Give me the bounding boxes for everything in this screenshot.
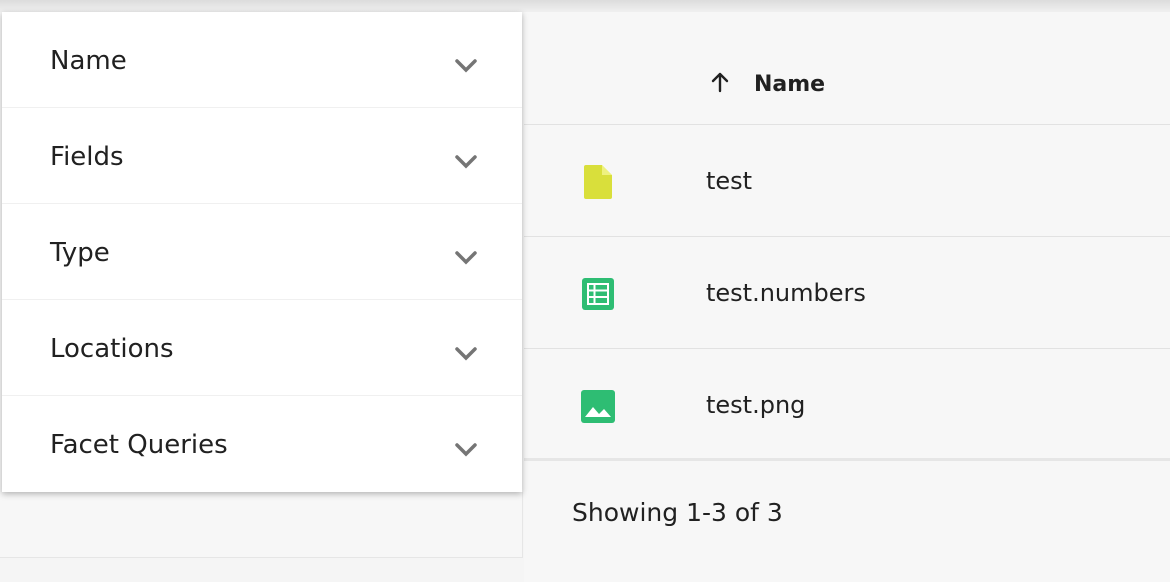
table-row[interactable]: test: [524, 125, 1170, 237]
filter-name[interactable]: Name: [2, 12, 522, 108]
chevron-down-icon[interactable]: [454, 154, 478, 170]
arrow-up-icon[interactable]: [708, 70, 732, 94]
top-bar: [0, 0, 1170, 12]
table-header: Name: [524, 12, 1170, 125]
filter-label: Locations: [50, 334, 174, 364]
search-filter-panel: Name Fields Type Locations Facet Queries: [2, 12, 522, 492]
table-row[interactable]: test.png: [524, 349, 1170, 461]
chevron-down-icon[interactable]: [454, 346, 478, 362]
filter-locations[interactable]: Locations: [2, 300, 522, 396]
column-header-name[interactable]: Name: [754, 72, 825, 98]
filter-facet-queries[interactable]: Facet Queries: [2, 396, 522, 492]
results-list: Name test test.numbers test.png Showing …: [524, 12, 1170, 582]
table-row[interactable]: test.numbers: [524, 237, 1170, 349]
filter-fields[interactable]: Fields: [2, 108, 522, 204]
chevron-down-icon[interactable]: [454, 58, 478, 74]
filter-label: Type: [50, 238, 110, 268]
spreadsheet-icon: [582, 278, 614, 310]
file-name[interactable]: test: [706, 167, 752, 195]
chevron-down-icon[interactable]: [454, 250, 478, 266]
chevron-down-icon[interactable]: [454, 442, 478, 458]
image-icon: [581, 390, 615, 423]
document-icon: [584, 165, 612, 199]
filter-label: Facet Queries: [50, 430, 228, 460]
filter-label: Name: [50, 46, 127, 76]
filter-type[interactable]: Type: [2, 204, 522, 300]
file-name[interactable]: test.numbers: [706, 279, 866, 307]
sidebar-background: [0, 492, 523, 558]
pagination-summary: Showing 1-3 of 3: [572, 498, 783, 527]
filter-label: Fields: [50, 142, 124, 172]
file-name[interactable]: test.png: [706, 391, 805, 419]
